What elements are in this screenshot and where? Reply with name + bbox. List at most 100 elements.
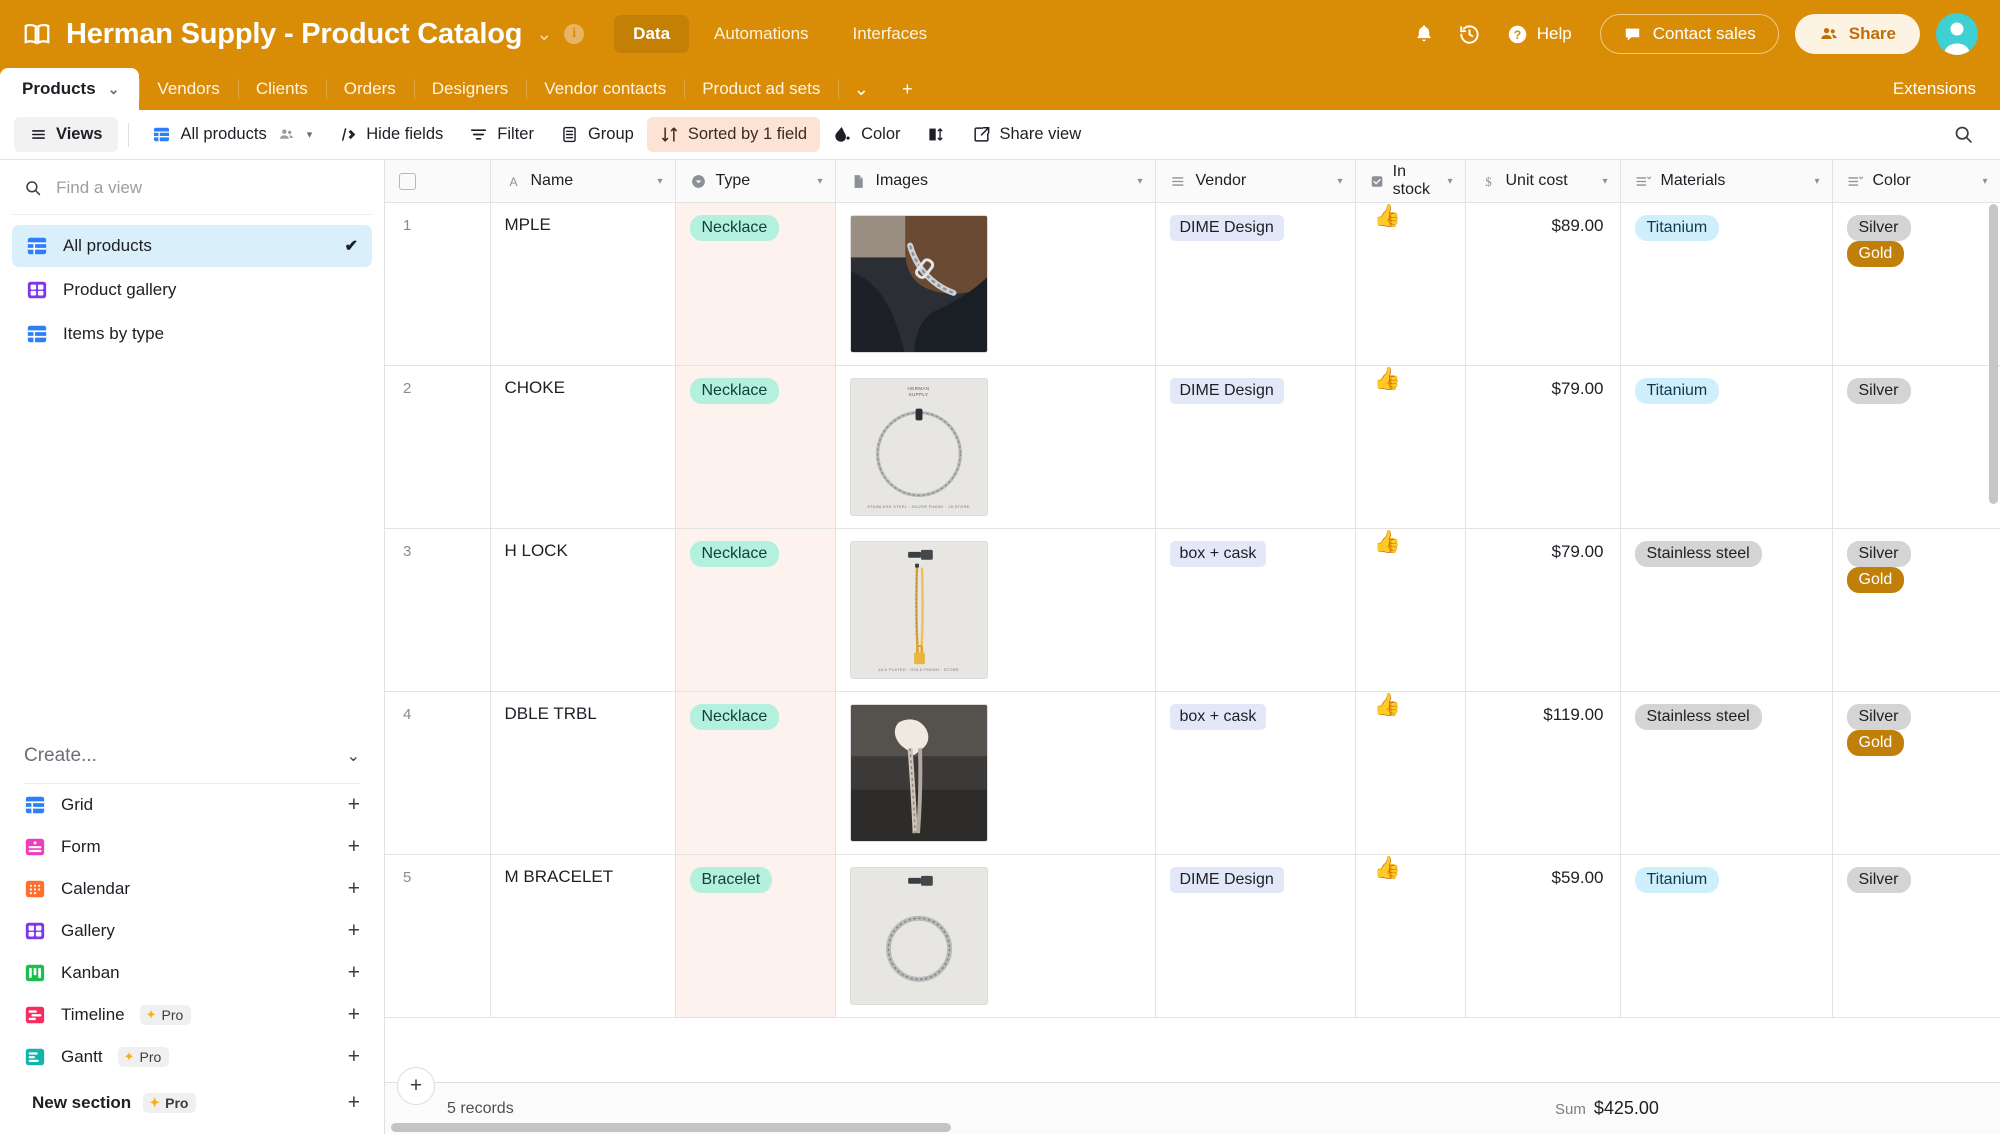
user-avatar[interactable] [1936, 13, 1978, 55]
cell-vendor[interactable]: box + cask [1155, 691, 1356, 855]
product-thumbnail[interactable] [849, 215, 988, 353]
column-header-name[interactable]: A Name ▾ [490, 160, 676, 203]
vertical-scrollbar[interactable] [1989, 204, 1998, 504]
views-button[interactable]: Views [14, 117, 119, 152]
mode-tab-automations[interactable]: Automations [695, 15, 828, 53]
column-menu-caret[interactable]: ▾ [1982, 176, 1987, 187]
cell-in-stock[interactable]: 👍 [1355, 202, 1466, 366]
cell-vendor[interactable]: DIME Design [1155, 365, 1356, 529]
notifications-bell-icon[interactable] [1401, 11, 1447, 57]
cell-name[interactable]: H LOCK [490, 528, 676, 692]
tab-designers[interactable]: Designers [413, 68, 527, 110]
row-number-cell[interactable]: 2 [385, 365, 491, 529]
cell-images[interactable]: 18 K PLATED · GOLD FINISH · STORE [835, 528, 1156, 692]
cell-color[interactable]: Silver [1832, 365, 2000, 529]
cell-in-stock[interactable]: 👍 [1355, 854, 1466, 1018]
cell-type[interactable]: Bracelet [675, 854, 836, 1018]
cell-unit-cost[interactable]: $89.00 [1465, 202, 1621, 366]
cell-color[interactable]: Silver [1832, 854, 2000, 1018]
title-dropdown-caret[interactable]: ⌄ [536, 25, 552, 44]
tab-product-ad-sets[interactable]: Product ad sets [684, 68, 838, 110]
cell-in-stock[interactable]: 👍 [1355, 528, 1466, 692]
cell-unit-cost[interactable]: $79.00 [1465, 528, 1621, 692]
cell-in-stock[interactable]: 👍 [1355, 365, 1466, 529]
sidebar-item-items-by-type[interactable]: Items by type [12, 313, 372, 355]
cell-color[interactable]: Silver Gold [1832, 528, 2000, 692]
create-form[interactable]: Form + [0, 826, 384, 868]
filter-button[interactable]: Filter [456, 117, 547, 152]
current-view-button[interactable]: All products ▾ [139, 117, 325, 152]
add-gallery-button[interactable]: + [348, 919, 360, 943]
column-menu-caret[interactable]: ▾ [1602, 176, 1607, 187]
column-menu-caret[interactable]: ▾ [1337, 176, 1342, 187]
add-calendar-button[interactable]: + [348, 877, 360, 901]
column-header-vendor[interactable]: Vendor ▾ [1155, 160, 1356, 203]
tab-products[interactable]: Products ⌄ [0, 68, 140, 110]
find-view-input[interactable] [56, 178, 362, 198]
cell-name[interactable]: DBLE TRBL [490, 691, 676, 855]
chevron-down-icon[interactable]: ⌄ [108, 81, 120, 98]
create-calendar[interactable]: Calendar + [0, 868, 384, 910]
cell-type[interactable]: Necklace [675, 691, 836, 855]
column-menu-caret[interactable]: ▾ [1814, 176, 1819, 187]
cell-materials[interactable]: Stainless steel [1620, 528, 1833, 692]
share-view-button[interactable]: Share view [959, 117, 1095, 152]
add-form-button[interactable]: + [348, 835, 360, 859]
column-header-images[interactable]: Images ▾ [835, 160, 1156, 203]
hide-fields-button[interactable]: Hide fields [325, 117, 456, 152]
cell-unit-cost[interactable]: $59.00 [1465, 854, 1621, 1018]
cell-name[interactable]: M BRACELET [490, 854, 676, 1018]
chevron-down-icon[interactable]: ⌄ [347, 746, 360, 766]
view-dropdown-caret[interactable]: ▾ [307, 128, 313, 141]
row-number-cell[interactable]: 1 [385, 202, 491, 366]
cell-vendor[interactable]: box + cask [1155, 528, 1356, 692]
cell-vendor[interactable]: DIME Design [1155, 202, 1356, 366]
workspace-book-icon[interactable] [22, 19, 52, 49]
contact-sales-button[interactable]: Contact sales [1599, 14, 1779, 54]
sort-button[interactable]: Sorted by 1 field [646, 117, 821, 152]
cell-images[interactable]: HERMAN SUPPLY STAINLESS STEEL · SILVER FI… [835, 365, 1156, 529]
cell-name[interactable]: CHOKE [490, 365, 676, 529]
sidebar-item-product-gallery[interactable]: Product gallery [12, 269, 372, 311]
tab-orders[interactable]: Orders [325, 68, 414, 110]
add-table-button[interactable]: + [884, 68, 930, 110]
search-button[interactable] [1953, 124, 1986, 145]
sidebar-item-all-products[interactable]: All products ✔ [12, 225, 372, 267]
mode-tab-data[interactable]: Data [614, 15, 690, 53]
table-row[interactable]: 5 M BRACELET Bracelet DIME Design 👍 $59.… [385, 854, 2000, 1018]
cell-name[interactable]: MPLE [490, 202, 676, 366]
help-button[interactable]: ? Help [1493, 16, 1586, 53]
add-record-button[interactable]: + [397, 1067, 435, 1105]
cell-vendor[interactable]: DIME Design [1155, 854, 1356, 1018]
grid-scroll-region[interactable]: A Name ▾ Type ▾ Images ▾ Vendor ▾ In sto… [385, 160, 2000, 1082]
cell-materials[interactable]: Titanium [1620, 365, 1833, 529]
cell-color[interactable]: Silver Gold [1832, 691, 2000, 855]
create-gantt[interactable]: Gantt ✦ Pro + [0, 1036, 384, 1078]
cell-unit-cost[interactable]: $119.00 [1465, 691, 1621, 855]
cell-in-stock[interactable]: 👍 [1355, 691, 1466, 855]
share-button[interactable]: Share [1794, 14, 1920, 54]
extensions-button[interactable]: Extensions [1869, 68, 2000, 110]
row-number-cell[interactable]: 4 [385, 691, 491, 855]
create-kanban[interactable]: Kanban + [0, 952, 384, 994]
row-select-header[interactable] [385, 160, 491, 203]
column-header-materials[interactable]: Materials ▾ [1620, 160, 1833, 203]
cell-unit-cost[interactable]: $79.00 [1465, 365, 1621, 529]
table-row[interactable]: 3 H LOCK Necklace 18 K PLATED · GOLD FIN… [385, 528, 2000, 692]
add-section-button[interactable]: + [348, 1091, 360, 1115]
unit-cost-summary[interactable]: Sum $425.00 [1555, 1098, 1659, 1119]
row-number-cell[interactable]: 3 [385, 528, 491, 692]
tab-clients[interactable]: Clients [237, 68, 326, 110]
table-row[interactable]: 2 CHOKE Necklace HERMAN SUPPLY STAINLESS… [385, 365, 2000, 529]
column-header-color[interactable]: Color ▾ [1832, 160, 2000, 203]
product-thumbnail[interactable]: 18 K PLATED · GOLD FINISH · STORE [849, 541, 988, 679]
column-menu-caret[interactable]: ▾ [1137, 176, 1142, 187]
create-timeline[interactable]: Timeline ✦ Pro + [0, 994, 384, 1036]
select-all-checkbox[interactable] [399, 172, 416, 190]
history-icon[interactable] [1447, 11, 1493, 57]
tab-vendors[interactable]: Vendors [139, 68, 237, 110]
horizontal-scrollbar[interactable] [391, 1123, 951, 1132]
mode-tab-interfaces[interactable]: Interfaces [834, 15, 947, 53]
column-header-unit-cost[interactable]: $ Unit cost ▾ [1465, 160, 1621, 203]
product-thumbnail[interactable] [849, 704, 988, 842]
